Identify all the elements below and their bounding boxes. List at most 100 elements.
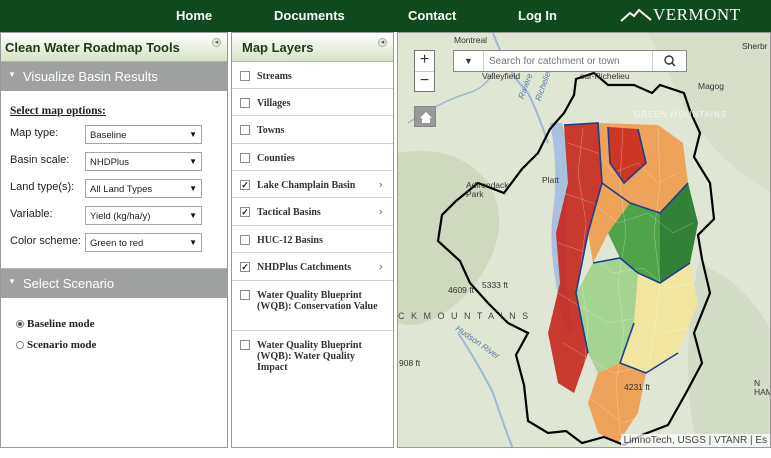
chevron-right-icon[interactable]: › — [379, 178, 383, 191]
home-icon — [420, 112, 432, 123]
map-label-new-hampshire: N HAM — [754, 378, 770, 397]
scenario-mode-label: Scenario mode — [27, 339, 97, 351]
layer-item-huc12-basins[interactable]: HUC-12 Basins — [232, 226, 393, 253]
chevron-down-icon: ▼ — [189, 157, 197, 166]
map-label-adirondack: Adirondack Park — [466, 180, 509, 199]
basin-scale-label: Basin scale: — [10, 154, 70, 166]
map-label-elevation-908: 908 ft — [399, 358, 421, 368]
map-type-select[interactable]: Baseline ▼ — [85, 125, 202, 144]
visualize-section-header[interactable]: ▼ Visualize Basin Results — [1, 62, 227, 91]
map-label-valleyfield: Valleyfield — [482, 71, 521, 81]
chevron-down-icon: ▼ — [189, 211, 197, 220]
scenario-section-label: Select Scenario — [23, 276, 115, 291]
chevron-down-icon: ▼ — [189, 184, 197, 193]
nav-login-link[interactable]: Log In — [518, 8, 557, 23]
top-navigation-bar: Home Documents Contact Log In VERMONT — [0, 0, 771, 32]
map-type-label: Map type: — [10, 127, 59, 139]
scenario-section: Baseline mode Scenario mode — [1, 298, 227, 458]
checkbox-checked-icon[interactable]: ✓ — [240, 262, 250, 272]
zoom-control: + − — [414, 50, 435, 92]
layer-item-wqb-impact[interactable]: Water Quality Blueprint (WQB): Water Qua… — [232, 331, 393, 381]
map-label-richelieu: sur-Richelieu — [580, 71, 630, 81]
search-box: ▼ — [453, 50, 687, 72]
layer-item-towns[interactable]: Towns — [232, 116, 393, 144]
layer-item-counties[interactable]: Counties — [232, 144, 393, 171]
scenario-section-header[interactable]: ▼ Select Scenario — [1, 269, 227, 298]
radio-checked-icon — [16, 320, 24, 328]
layer-item-wqb-conservation[interactable]: Water Quality Blueprint (WQB): Conservat… — [232, 281, 393, 331]
basin-scale-select[interactable]: NHDPlus ▼ — [85, 152, 202, 171]
layer-item-tactical-basins[interactable]: ✓ Tactical Basins › — [232, 198, 393, 226]
map-attribution: LimnoTech, USGS | VTANR | Es — [620, 434, 770, 447]
variable-value: Yield (kg/ha/y) — [90, 211, 151, 222]
map-view[interactable]: Montreal Sherbr Valleyfield sur-Richelie… — [397, 32, 771, 448]
map-label-elevation-4609: 4609 ft — [448, 285, 474, 295]
collapse-panel-icon[interactable]: ◂ — [378, 38, 387, 47]
search-icon — [664, 55, 676, 67]
chevron-right-icon[interactable]: › — [379, 260, 383, 273]
zoom-out-button[interactable]: − — [415, 71, 434, 91]
map-label-montreal: Montreal — [454, 35, 488, 45]
collapse-panel-icon[interactable]: ◂ — [212, 38, 221, 47]
nav-home-link[interactable]: Home — [176, 8, 212, 23]
layer-label: Water Quality Blueprint (WQB): Water Qua… — [257, 340, 362, 373]
checkbox-checked-icon[interactable]: ✓ — [240, 180, 250, 190]
chevron-down-icon: ▼ — [189, 238, 197, 247]
scenario-mode-radio[interactable]: Scenario mode — [16, 339, 96, 351]
layers-panel-header: Map Layers ◂ — [232, 33, 393, 62]
search-button[interactable] — [652, 51, 686, 71]
map-label-plattsburgh: Platt — [542, 175, 560, 185]
caret-down-icon: ▼ — [464, 56, 473, 66]
map-options-section: Select map options: Map type: Baseline ▼ … — [1, 91, 227, 269]
layer-item-villages[interactable]: Villages — [232, 89, 393, 116]
layer-checkbox[interactable] — [240, 153, 250, 163]
search-source-dropdown[interactable]: ▼ — [454, 51, 484, 71]
map-layers-panel: Map Layers ◂ Streams Villages Towns Coun… — [231, 32, 394, 448]
color-scheme-label: Color scheme: — [10, 235, 81, 247]
layer-label: Streams — [257, 71, 292, 82]
layer-label: Lake Champlain Basin — [257, 180, 356, 191]
tools-panel: Clean Water Roadmap Tools ◂ ▼ Visualize … — [0, 32, 228, 448]
map-label-elevation-5333: 5333 ft — [482, 280, 508, 290]
land-type-label: Land type(s): — [10, 181, 75, 193]
land-type-select[interactable]: All Land Types ▼ — [85, 179, 202, 198]
layer-item-lake-champlain-basin[interactable]: ✓ Lake Champlain Basin › — [232, 171, 393, 198]
visualize-section-label: Visualize Basin Results — [23, 69, 158, 84]
map-label-magog: Magog — [698, 81, 724, 91]
layer-checkbox[interactable] — [240, 235, 250, 245]
layers-panel-title: Map Layers — [242, 40, 314, 55]
layer-item-nhdplus-catchments[interactable]: ✓ NHDPlus Catchments › — [232, 253, 393, 281]
zoom-in-button[interactable]: + — [415, 51, 434, 71]
checkbox-checked-icon[interactable]: ✓ — [240, 207, 250, 217]
baseline-mode-label: Baseline mode — [27, 318, 95, 330]
nav-contact-link[interactable]: Contact — [408, 8, 456, 23]
color-scheme-value: Green to red — [90, 238, 144, 249]
layer-item-streams[interactable]: Streams — [232, 62, 393, 89]
search-input[interactable] — [489, 54, 649, 68]
layer-checkbox[interactable] — [240, 71, 250, 81]
home-extent-button[interactable] — [414, 106, 436, 127]
layer-label: Tactical Basins — [257, 207, 321, 218]
chevron-right-icon[interactable]: › — [379, 205, 383, 218]
nav-documents-link[interactable]: Documents — [274, 8, 345, 23]
map-type-value: Baseline — [90, 130, 127, 141]
baseline-mode-radio[interactable]: Baseline mode — [16, 318, 95, 330]
map-label-adirondack-mountains: C K M O U N T A I N S — [398, 311, 531, 321]
tools-panel-header: Clean Water Roadmap Tools ◂ — [1, 33, 227, 62]
layer-checkbox[interactable] — [240, 290, 250, 300]
logo-text: VERMONT — [653, 5, 741, 24]
layer-label: NHDPlus Catchments — [257, 262, 352, 273]
section-expand-arrow-icon: ▼ — [8, 70, 16, 79]
layer-checkbox[interactable] — [240, 340, 250, 350]
layer-label: HUC-12 Basins — [257, 235, 323, 246]
color-scheme-select[interactable]: Green to red ▼ — [85, 233, 202, 252]
layer-label: Counties — [257, 153, 295, 164]
variable-select[interactable]: Yield (kg/ha/y) ▼ — [85, 206, 202, 225]
layer-checkbox[interactable] — [240, 125, 250, 135]
layer-checkbox[interactable] — [240, 98, 250, 108]
layer-label: Water Quality Blueprint (WQB): Conservat… — [257, 290, 378, 312]
map-label-elevation-4231: 4231 ft — [624, 382, 650, 392]
section-expand-arrow-icon: ▼ — [8, 277, 16, 286]
select-options-heading: Select map options: — [10, 105, 106, 117]
map-label-sherbrooke: Sherbr — [742, 41, 768, 51]
